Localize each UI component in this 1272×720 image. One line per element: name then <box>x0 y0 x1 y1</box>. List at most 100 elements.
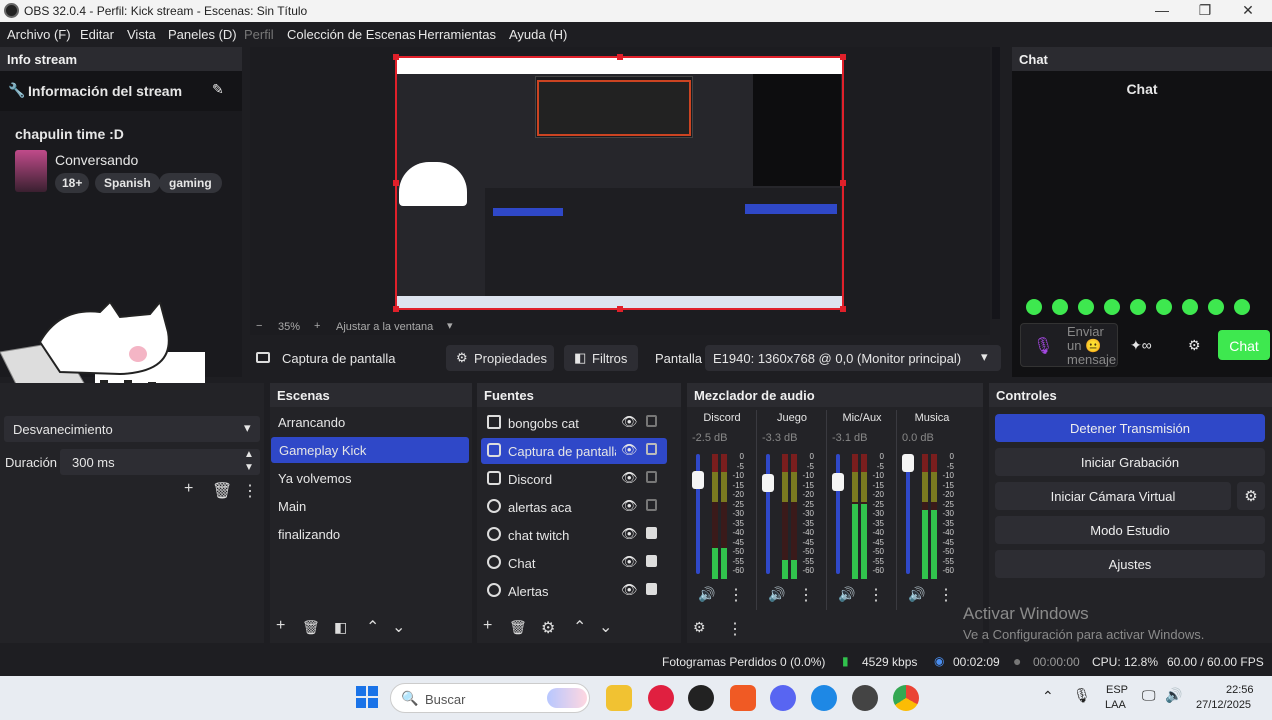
source-item[interactable]: Alertas 👁 <box>481 578 667 604</box>
unlock-icon[interactable] <box>646 443 657 455</box>
volume-icon[interactable]: 🔊 <box>1165 687 1182 704</box>
brave-icon[interactable] <box>730 685 756 711</box>
maximize-button[interactable]: ❐ <box>1190 2 1220 19</box>
language-code[interactable]: ESP <box>1106 684 1128 696</box>
source-item[interactable]: alertas aca 👁 <box>481 494 667 520</box>
unlock-icon[interactable] <box>646 471 657 483</box>
transition-select[interactable]: Desvanecimiento ▾ <box>4 416 260 442</box>
volume-slider[interactable] <box>762 454 774 574</box>
discord-icon[interactable] <box>770 685 796 711</box>
more-options-icon[interactable]: ⋮ <box>868 585 884 605</box>
source-item[interactable]: Chat 👁 <box>481 550 667 576</box>
source-item[interactable]: chat twitch 👁 <box>481 522 667 548</box>
menu-paneles[interactable]: Paneles (D) <box>168 27 237 42</box>
preview-canvas[interactable] <box>393 54 846 312</box>
source-item[interactable]: Discord 👁 <box>481 466 667 492</box>
slider-knob[interactable] <box>692 470 704 489</box>
chat-send-button[interactable]: Chat <box>1218 330 1270 360</box>
resize-handle[interactable] <box>393 180 399 186</box>
volume-slider[interactable] <box>902 454 914 574</box>
resize-handle[interactable] <box>393 54 399 60</box>
zoom-in-button[interactable]: + <box>314 320 320 332</box>
mute-icon[interactable]: 🔊 <box>908 586 925 603</box>
move-up-icon[interactable]: ⌃ <box>573 617 586 637</box>
fit-window-label[interactable]: Ajustar a la ventana <box>336 321 433 333</box>
move-down-icon[interactable]: ⌄ <box>392 617 405 637</box>
more-options-icon[interactable]: ⋮ <box>728 585 744 605</box>
properties-button[interactable]: ⚙ Propiedades <box>446 345 554 371</box>
scene-item[interactable]: finalizando <box>270 521 472 547</box>
taskbar-search[interactable]: 🔍 Buscar <box>390 683 590 713</box>
menu-editar[interactable]: Editar <box>80 27 114 42</box>
virtual-camera-settings-icon[interactable]: ⚙ <box>1237 482 1265 510</box>
chrome-icon[interactable] <box>893 685 919 711</box>
chevron-down-icon[interactable]: ▼ <box>244 462 254 473</box>
lock-icon[interactable] <box>646 527 657 539</box>
more-options-icon[interactable]: ⋮ <box>798 585 814 605</box>
filters-button[interactable]: ◧ Filtros <box>564 345 638 371</box>
more-options-icon[interactable]: ⋮ <box>727 619 743 639</box>
stop-stream-button[interactable]: Detener Transmisión <box>995 414 1265 442</box>
unlock-icon[interactable] <box>646 499 657 511</box>
network-icon[interactable]: 🖵 <box>1142 687 1156 704</box>
emote-menu-icon[interactable]: ✦∞ <box>1130 337 1152 354</box>
mute-icon[interactable]: 🔊 <box>768 586 785 603</box>
close-button[interactable]: ✕ <box>1233 2 1263 19</box>
slider-knob[interactable] <box>902 454 914 472</box>
mixer-settings-icon[interactable]: ⚙ <box>693 619 706 636</box>
menu-coleccion[interactable]: Colección de Escenas <box>287 27 416 42</box>
chat-input[interactable]: 🎙 Enviar un 😐 mensaje <box>1020 323 1118 367</box>
display-select[interactable]: E1940: 1360x768 @ 0,0 (Monitor principal… <box>705 345 1001 371</box>
add-transition-button[interactable]: + <box>184 480 193 498</box>
duration-stepper[interactable]: 300 ms ▲ ▼ <box>60 449 260 475</box>
eye-icon[interactable]: 👁 <box>621 526 638 542</box>
scene-item-selected[interactable]: Gameplay Kick <box>271 437 469 463</box>
windows-start-icon[interactable] <box>356 686 378 708</box>
eye-icon[interactable]: 👁 <box>621 582 638 598</box>
keyboard-layout[interactable]: LAA <box>1105 699 1126 711</box>
scene-item[interactable]: Arrancando <box>270 409 472 435</box>
microphone-icon[interactable]: 🎙 <box>1033 336 1053 356</box>
obs-icon[interactable] <box>688 685 714 711</box>
steam-icon[interactable] <box>852 685 878 711</box>
volume-slider[interactable] <box>832 454 844 574</box>
unlock-icon[interactable] <box>646 415 657 427</box>
menu-perfil[interactable]: Perfil <box>244 27 274 42</box>
resize-handle[interactable] <box>840 306 846 312</box>
scene-item[interactable]: Ya volvemos <box>270 465 472 491</box>
microphone-icon[interactable]: 🎙 <box>1073 687 1091 704</box>
resize-handle[interactable] <box>393 306 399 312</box>
move-down-icon[interactable]: ⌄ <box>599 617 612 637</box>
eye-icon[interactable]: 👁 <box>621 442 638 458</box>
minimize-button[interactable]: — <box>1147 2 1177 18</box>
trash-icon[interactable]: 🗑 <box>509 619 527 636</box>
resize-handle[interactable] <box>617 54 623 60</box>
scene-filter-icon[interactable]: ◧ <box>334 619 347 636</box>
slider-knob[interactable] <box>832 472 844 491</box>
move-up-icon[interactable]: ⌃ <box>366 617 379 637</box>
source-item[interactable]: bongobs cat 👁 <box>481 410 667 436</box>
chevron-up-icon[interactable]: ⌃ <box>1042 688 1054 705</box>
menu-vista[interactable]: Vista <box>127 27 156 42</box>
eye-icon[interactable]: 👁 <box>621 414 638 430</box>
menu-archivo[interactable]: Archivo (F) <box>7 27 71 42</box>
file-explorer-icon[interactable] <box>606 685 632 711</box>
resize-handle[interactable] <box>617 306 623 312</box>
add-scene-button[interactable]: + <box>276 617 285 635</box>
trash-icon[interactable]: 🗑 <box>212 481 232 501</box>
scene-item[interactable]: Main <box>270 493 472 519</box>
eye-icon[interactable]: 👁 <box>621 498 638 514</box>
eye-icon[interactable]: 👁 <box>621 470 638 486</box>
lock-icon[interactable] <box>646 555 657 567</box>
edge-icon[interactable] <box>811 685 837 711</box>
zoom-out-button[interactable]: − <box>256 320 262 332</box>
source-item-selected[interactable]: Captura de pantalla 👁 <box>481 438 667 464</box>
clock-time[interactable]: 22:56 <box>1226 684 1254 696</box>
clock-date[interactable]: 27/12/2025 <box>1196 699 1251 711</box>
menu-ayuda[interactable]: Ayuda (H) <box>509 27 567 42</box>
start-recording-button[interactable]: Iniciar Grabación <box>995 448 1265 476</box>
mute-icon[interactable]: 🔊 <box>838 586 855 603</box>
chat-settings-icon[interactable]: ⚙ <box>1188 337 1201 354</box>
resize-handle[interactable] <box>840 54 846 60</box>
more-options-icon[interactable]: ⋮ <box>242 481 258 501</box>
